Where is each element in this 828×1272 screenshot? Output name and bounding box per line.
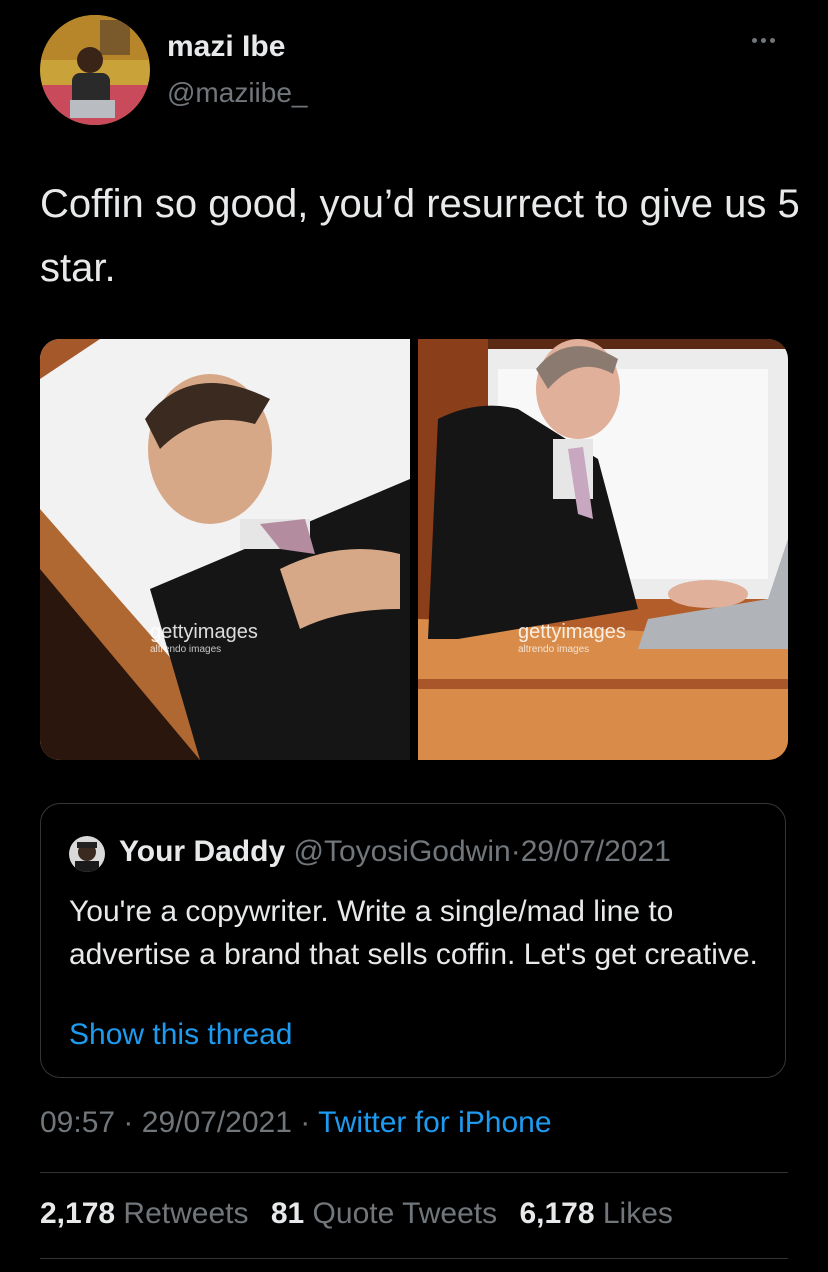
quoted-date: 29/07/2021 — [520, 835, 671, 868]
divider — [40, 1172, 788, 1173]
tweet-media[interactable]: gettyimages altrendo images gettyimages … — [40, 339, 788, 760]
tweet-text: Coffin so good, you’d resurrect to give … — [40, 182, 800, 290]
quoted-separator: · — [510, 835, 521, 868]
media-image-1[interactable]: gettyimages altrendo images — [40, 339, 410, 760]
quotes-count[interactable]: 81 — [271, 1197, 304, 1230]
quoted-tweet-header: Your Daddy @ToyosiGodwin·29/07/2021 — [119, 835, 671, 869]
tweet-date[interactable]: 29/07/2021 — [142, 1106, 292, 1139]
retweets-count[interactable]: 2,178 — [40, 1197, 115, 1230]
quoted-tweet-card[interactable]: Your Daddy @ToyosiGodwin·29/07/2021 You'… — [40, 803, 786, 1078]
tweet-source-link[interactable]: Twitter for iPhone — [318, 1106, 551, 1139]
tweet-timestamp: 09:57 · 29/07/2021 · Twitter for iPhone — [40, 1106, 552, 1140]
likes-label[interactable]: Likes — [603, 1197, 673, 1230]
timestamp-separator: · — [123, 1106, 134, 1139]
retweets-label[interactable]: Retweets — [123, 1197, 248, 1230]
author-name[interactable]: mazi Ibe — [167, 30, 285, 64]
author-avatar[interactable] — [40, 15, 150, 125]
quoted-author-handle[interactable]: @ToyosiGodwin — [293, 835, 510, 868]
timestamp-separator: · — [300, 1106, 311, 1139]
likes-count[interactable]: 6,178 — [519, 1197, 594, 1230]
coffin-photo-icon — [40, 339, 410, 760]
quoted-avatar-icon — [69, 836, 105, 872]
media-watermark: gettyimages altrendo images — [518, 621, 626, 655]
quoted-author-avatar[interactable] — [69, 836, 105, 872]
coffin-laptop-photo-icon — [418, 339, 788, 760]
engagement-stats: 2,178 Retweets 81 Quote Tweets 6,178 Lik… — [40, 1197, 687, 1231]
quoted-author-name[interactable]: Your Daddy — [119, 835, 285, 868]
media-image-2[interactable]: gettyimages altrendo images — [418, 339, 788, 760]
quoted-tweet-text: You're a copywriter. Write a single/mad … — [69, 895, 758, 971]
avatar-photo-icon — [40, 15, 150, 125]
show-thread-link[interactable]: Show this thread — [69, 1018, 292, 1052]
divider — [40, 1258, 788, 1259]
tweet-time[interactable]: 09:57 — [40, 1106, 115, 1139]
more-options-icon[interactable] — [752, 30, 788, 50]
quotes-label[interactable]: Quote Tweets — [313, 1197, 498, 1230]
author-handle[interactable]: @maziibe_ — [167, 77, 307, 109]
media-watermark: gettyimages altrendo images — [150, 621, 258, 655]
